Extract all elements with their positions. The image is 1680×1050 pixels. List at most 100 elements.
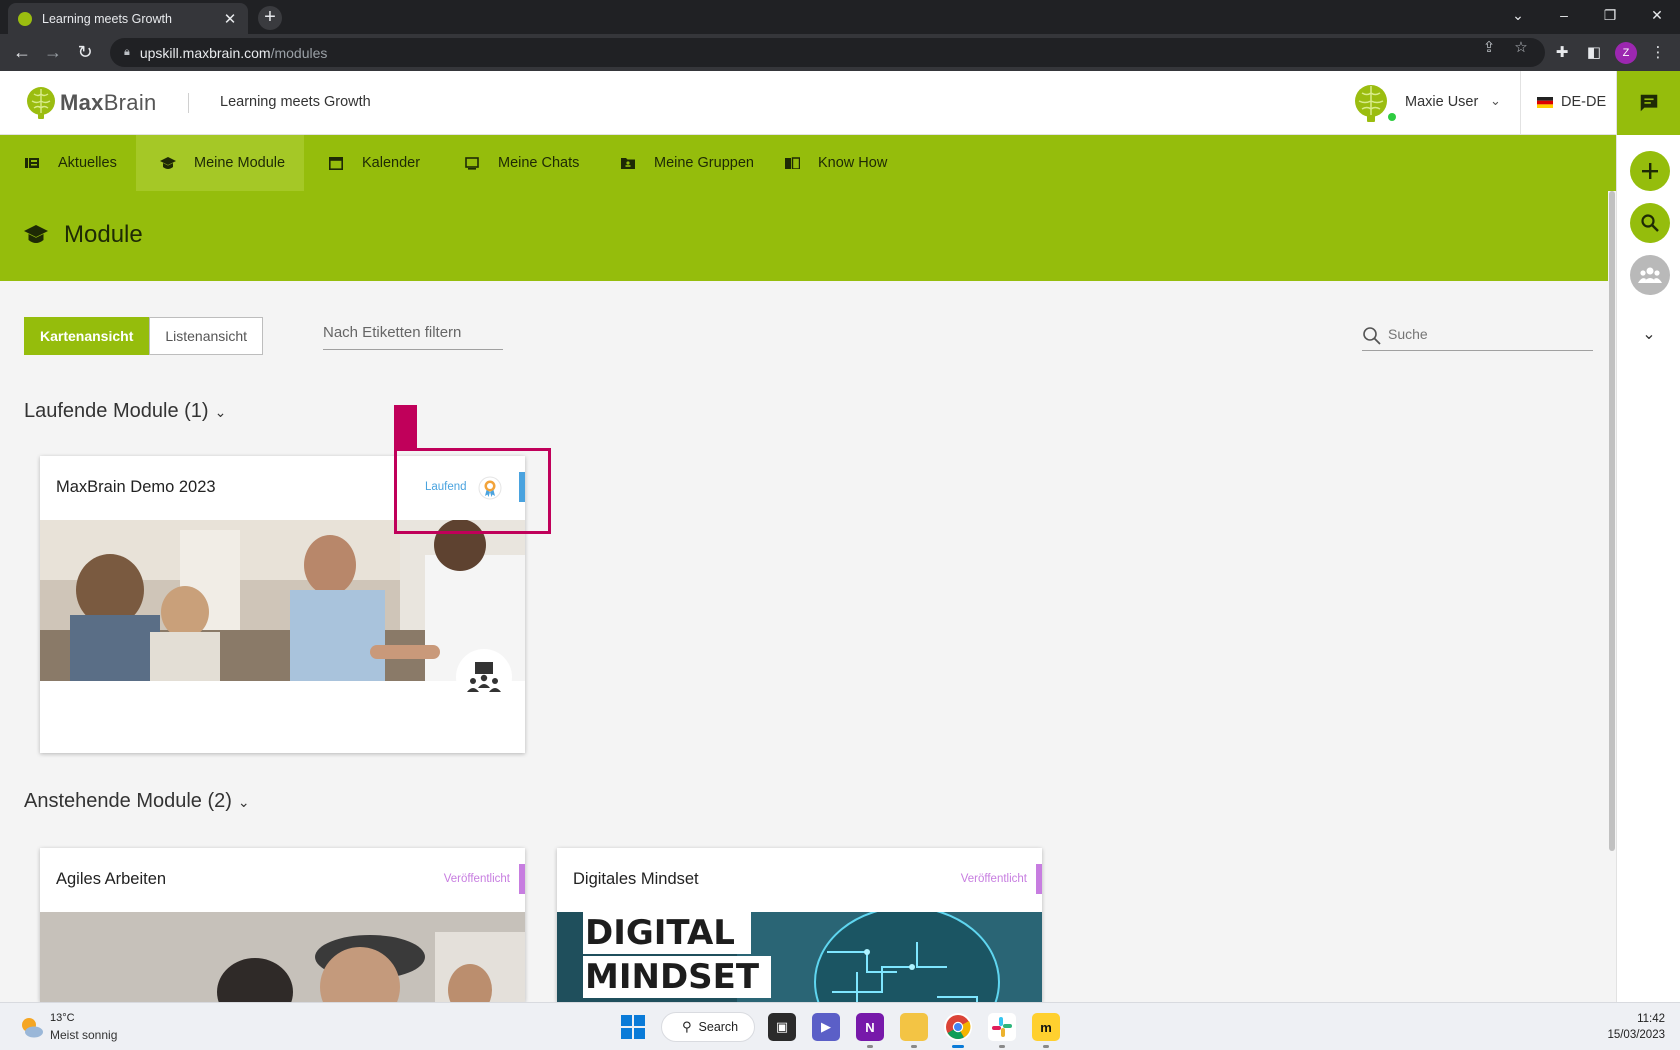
graduation-cap-icon xyxy=(160,155,176,171)
module-card-agiles-arbeiten[interactable]: Agiles Arbeiten Veröffentlicht xyxy=(40,848,525,1002)
scrollbar-thumb[interactable] xyxy=(1609,191,1615,851)
close-window-button[interactable]: ✕ xyxy=(1645,4,1669,26)
windows-start-icon[interactable] xyxy=(621,1015,645,1039)
maxbrain-logo-text[interactable]: MaxBrain xyxy=(60,90,157,116)
nav-item-meine-gruppen[interactable]: Meine Gruppen xyxy=(596,135,766,191)
card-view-button[interactable]: Kartenansicht xyxy=(24,317,150,355)
back-button[interactable]: ← xyxy=(10,41,34,65)
card-title: MaxBrain Demo 2023 xyxy=(56,478,216,496)
weather-temperature: 13°C xyxy=(50,1012,75,1024)
header-divider xyxy=(188,93,189,113)
agile-work-photo xyxy=(40,912,525,1002)
nav-item-label: Kalender xyxy=(362,155,421,171)
reload-button[interactable]: ↻ xyxy=(73,41,97,65)
bookmark-star-icon[interactable]: ☆ xyxy=(1510,37,1532,59)
taskbar-clock-time[interactable]: 11:42 xyxy=(1620,1013,1665,1025)
classroom-presentation-icon xyxy=(467,662,501,692)
right-action-rail: ⌄ xyxy=(1616,71,1680,1002)
chat-bubble-icon xyxy=(1640,94,1658,112)
view-toggle: Kartenansicht Listenansicht xyxy=(24,317,264,355)
address-bar[interactable]: 🔒︎ upskill.maxbrain.com /modules xyxy=(110,38,1545,67)
side-panel-icon[interactable]: ◧ xyxy=(1582,41,1606,65)
restore-window-button[interactable]: ❐ xyxy=(1598,4,1622,26)
status-color-bar xyxy=(519,864,525,894)
running-indicator xyxy=(911,1045,917,1048)
search-icon xyxy=(1363,327,1381,345)
user-name[interactable]: Maxie User xyxy=(1405,94,1478,110)
book-icon xyxy=(784,155,800,171)
maxbrain-logo-icon[interactable] xyxy=(26,86,56,120)
nav-item-meine-chats[interactable]: Meine Chats xyxy=(440,135,608,191)
status-label-published: Veröffentlicht xyxy=(960,873,1027,885)
newspaper-icon xyxy=(24,155,40,171)
tab-search-chevron-icon[interactable]: ⌄ xyxy=(1506,4,1530,26)
nav-item-kalender[interactable]: Kalender xyxy=(304,135,444,191)
image-text-mindset: MINDSET xyxy=(585,957,760,997)
online-status-dot xyxy=(1388,113,1396,121)
people-group-icon xyxy=(1638,267,1662,283)
lock-icon: 🔒︎ xyxy=(124,46,130,58)
windows-taskbar: 13°C Meist sonnig ⚲ Search ▣ ▶ N m 11:42… xyxy=(0,1002,1680,1050)
search-input[interactable] xyxy=(1388,326,1578,342)
rail-expand-chevron-icon[interactable]: ⌄ xyxy=(1639,324,1659,344)
taskbar-search-button[interactable]: ⚲ Search xyxy=(661,1012,755,1042)
maxbrain-favicon-icon xyxy=(18,11,32,26)
card-title: Agiles Arbeiten xyxy=(56,870,167,888)
page-scrollbar[interactable] xyxy=(1608,191,1616,1002)
nav-item-aktuelles[interactable]: Aktuelles xyxy=(0,135,136,191)
onenote-icon[interactable]: N xyxy=(856,1013,884,1041)
language-selector[interactable]: DE-DE xyxy=(1561,94,1606,110)
task-view-icon[interactable]: ▣ xyxy=(768,1013,796,1041)
extensions-puzzle-icon[interactable]: ✚ xyxy=(1550,41,1574,65)
page-banner: Module xyxy=(0,191,1616,281)
url-host: upskill.maxbrain.com xyxy=(139,44,271,61)
tag-filter-input[interactable]: Nach Etiketten filtern xyxy=(323,322,503,350)
nav-item-label: Meine Chats xyxy=(498,155,580,171)
minimize-window-button[interactable]: – xyxy=(1552,4,1576,26)
community-button[interactable] xyxy=(1630,255,1670,295)
section-title: Laufende Module (1) xyxy=(24,400,209,422)
user-menu-chevron-icon[interactable]: ⌄ xyxy=(1490,93,1501,109)
weather-description: Meist sonnig xyxy=(50,1028,118,1042)
file-explorer-icon[interactable] xyxy=(900,1013,928,1041)
list-view-button[interactable]: Listenansicht xyxy=(149,317,264,355)
slack-icon[interactable] xyxy=(988,1013,1016,1041)
miro-icon[interactable]: m xyxy=(1032,1013,1060,1041)
annotation-marker-tab xyxy=(394,405,417,450)
new-tab-button[interactable]: + xyxy=(258,6,282,30)
browser-profile-avatar[interactable]: Z xyxy=(1615,42,1637,64)
status-label-published: Veröffentlicht xyxy=(443,873,510,885)
global-search-button[interactable] xyxy=(1630,203,1670,243)
close-tab-icon[interactable]: ✕ xyxy=(222,10,238,28)
module-search-box xyxy=(1362,323,1593,351)
search-icon xyxy=(1641,214,1659,232)
search-icon: ⚲ xyxy=(682,1019,692,1034)
teams-chat-icon[interactable]: ▶ xyxy=(812,1013,840,1041)
image-text-digital: DIGITAL xyxy=(585,913,735,953)
chat-panel-button[interactable] xyxy=(1617,71,1680,135)
partly-sunny-weather-icon[interactable] xyxy=(18,1015,44,1039)
add-button[interactable] xyxy=(1630,151,1670,191)
nav-item-label: Aktuelles xyxy=(58,155,117,171)
browser-menu-icon[interactable]: ⋮ xyxy=(1646,41,1670,65)
chrome-browser-icon[interactable] xyxy=(944,1013,972,1041)
nav-item-meine-module[interactable]: Meine Module xyxy=(136,135,304,191)
user-avatar[interactable] xyxy=(1353,84,1389,122)
forward-button[interactable]: → xyxy=(41,41,65,65)
app-header: MaxBrain Learning meets Growth Maxie Use… xyxy=(0,71,1616,135)
status-color-bar xyxy=(1036,864,1042,894)
monitor-chat-icon xyxy=(464,155,480,171)
browser-tab[interactable]: Learning meets Growth ✕ xyxy=(8,3,248,34)
section-upcoming-modules[interactable]: Anstehende Module (2) ⌄ xyxy=(24,790,250,813)
card-image-team-meeting xyxy=(40,520,525,681)
browser-toolbar: ← → ↻ 🔒︎ upskill.maxbrain.com /modules ⇪… xyxy=(0,34,1680,71)
nav-item-label: Know How xyxy=(818,155,888,171)
nav-item-know-how[interactable]: Know How xyxy=(760,135,900,191)
share-icon[interactable]: ⇪ xyxy=(1478,37,1500,59)
section-running-modules[interactable]: Laufende Module (1) ⌄ xyxy=(24,400,226,423)
chevron-down-icon: ⌄ xyxy=(214,404,227,420)
taskbar-clock-date[interactable]: 15/03/2023 xyxy=(1600,1029,1665,1041)
header-tagline: Learning meets Growth xyxy=(220,94,371,110)
german-flag-icon[interactable] xyxy=(1537,97,1553,108)
module-card-digitales-mindset[interactable]: Digitales Mindset Veröffentlicht DIGITAL… xyxy=(557,848,1042,1002)
